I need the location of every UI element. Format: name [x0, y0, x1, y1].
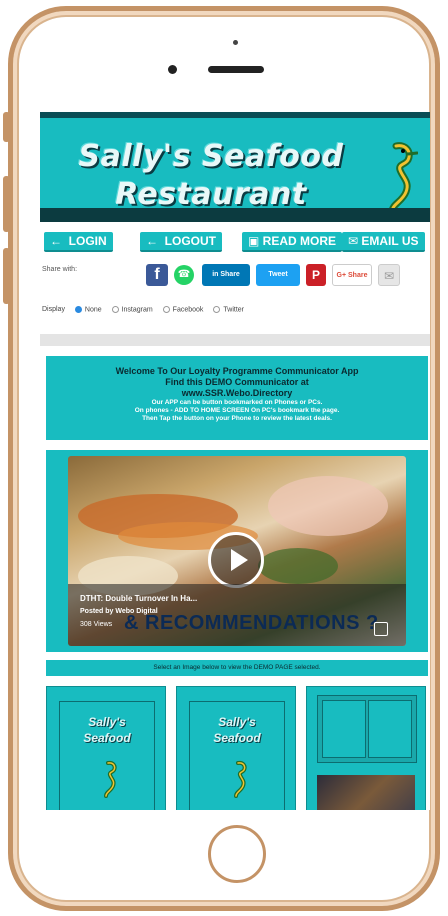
display-option-facebook-radio[interactable] [162, 306, 170, 313]
welcome-line-4: Our APP can be button bookmarked on Phon… [151, 399, 323, 406]
front-camera-icon [233, 40, 238, 45]
site-header: Sally's Seafood Restaurant [40, 112, 430, 222]
logout-button[interactable]: ← LOGOUT [140, 232, 222, 252]
pinterest-share-icon[interactable]: P [306, 264, 326, 286]
video-share-icon[interactable] [374, 622, 388, 636]
header-stripe [40, 208, 430, 222]
demo-tile-3[interactable] [306, 686, 426, 810]
display-label: Display [42, 306, 65, 314]
display-option-none-label: None [84, 306, 102, 314]
seahorse-icon [234, 760, 247, 798]
separator [40, 334, 430, 346]
welcome-line-6: Then Tap the button on your Phone to rev… [142, 415, 332, 422]
tile-title-line-2: Seafood [83, 731, 131, 745]
tile-inner-frame: Sally's Seafood [59, 701, 155, 810]
title-line-1: Sally's Seafood [78, 139, 344, 174]
tile-title-line-2: Seafood [213, 731, 261, 745]
email-us-label: EMAIL US [361, 234, 419, 248]
tile-3-thumbnail [317, 695, 417, 763]
demo-tile-2[interactable]: Sally's Seafood [176, 686, 296, 810]
display-option-twitter-radio[interactable] [213, 306, 221, 313]
welcome-line-2: Find this DEMO Communicator at [165, 377, 309, 387]
twitter-tweet-button[interactable]: Tweet [256, 264, 300, 286]
welcome-panel: Welcome To Our Loyalty Programme Communi… [46, 356, 428, 440]
read-more-button[interactable]: ▣ READ MORE [242, 232, 343, 252]
tile-3-photo [317, 775, 415, 810]
seahorse-icon [104, 760, 117, 798]
email-share-icon[interactable]: ✉ [378, 264, 400, 286]
play-button-icon[interactable] [208, 532, 264, 588]
display-filter: Display None Instagram Facebook Twitter [40, 306, 430, 322]
logout-label: LOGOUT [164, 234, 216, 248]
share-row: Share with: f ☎ in Share Tweet P G+ Shar… [40, 260, 430, 290]
welcome-url[interactable]: www.SSR.Webo.Directory [46, 388, 428, 399]
demo-tile-1[interactable]: Sally's Seafood [46, 686, 166, 810]
phone-screen: Sally's Seafood Restaurant ← LOGIN ← LOG… [40, 112, 430, 810]
facebook-share-icon[interactable]: f [146, 264, 168, 286]
whatsapp-share-icon[interactable]: ☎ [174, 265, 194, 285]
tile-3-mini-card-left [322, 700, 366, 758]
display-option-instagram-label: Instagram [121, 306, 153, 314]
linkedin-share-button[interactable]: in Share [202, 264, 250, 286]
display-option-twitter-label: Twitter [223, 306, 244, 314]
welcome-line-5: On phones - ADD TO HOME SCREEN On PC's b… [134, 407, 340, 414]
tile-inner-frame: Sally's Seafood [189, 701, 285, 810]
share-label: Share with: [42, 266, 78, 273]
video-overlay-text: & RECOMMENDATIONS ? [124, 612, 379, 634]
tile-3-mini-card-right [368, 700, 412, 758]
proximity-sensor [168, 65, 177, 74]
speaker-grille [208, 66, 264, 73]
welcome-line-1: Welcome To Our Loyalty Programme Communi… [115, 366, 359, 376]
tile-title: Sally's Seafood [60, 714, 154, 746]
select-image-bar: Select an Image below to view the DEMO P… [46, 660, 428, 676]
nav-bar: ← LOGIN ← LOGOUT ▣ READ MORE ✉ EMAIL US [40, 232, 430, 252]
tile-title-line-1: Sally's [88, 715, 126, 729]
google-plus-share-button[interactable]: G+ Share [332, 264, 372, 286]
home-button[interactable] [208, 825, 266, 883]
display-option-instagram-radio[interactable] [111, 306, 119, 313]
login-button[interactable]: ← LOGIN [44, 232, 113, 252]
silent-switch [3, 112, 10, 142]
volume-down-button [3, 248, 10, 304]
display-option-facebook-label: Facebook [172, 306, 204, 314]
video-player[interactable]: DTHT: Double Turnover In Ha... Posted by… [68, 456, 406, 646]
tile-title-line-1: Sally's [218, 715, 256, 729]
video-card: DTHT: Double Turnover In Ha... Posted by… [46, 450, 428, 652]
display-option-none-radio[interactable] [74, 306, 82, 313]
read-more-label: READ MORE [262, 234, 337, 248]
tile-title: Sally's Seafood [190, 714, 284, 746]
restaurant-title: Sally's Seafood Restaurant [56, 138, 366, 214]
video-views: 308 Views [80, 621, 113, 628]
video-title[interactable]: DTHT: Double Turnover In Ha... [80, 594, 197, 603]
email-us-button[interactable]: ✉ EMAIL US [342, 232, 425, 252]
volume-up-button [3, 176, 10, 232]
login-label: LOGIN [68, 234, 107, 248]
